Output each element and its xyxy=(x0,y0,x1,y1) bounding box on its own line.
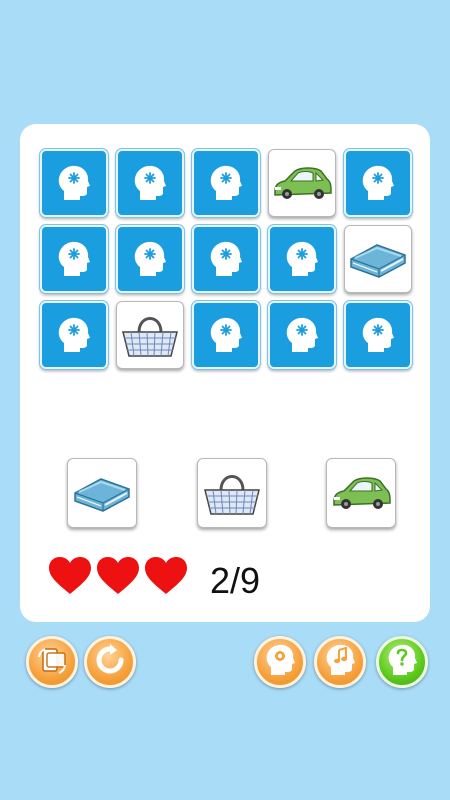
help-head-icon xyxy=(387,643,417,682)
card-hidden[interactable] xyxy=(116,225,184,293)
help-button[interactable] xyxy=(376,636,428,688)
brain-head-icon xyxy=(133,240,167,278)
heart-icon xyxy=(144,556,188,601)
brain-head-icon xyxy=(361,316,395,354)
card-hidden[interactable] xyxy=(344,301,412,369)
card-revealed[interactable] xyxy=(344,225,412,293)
lives-hearts xyxy=(48,556,188,601)
music-head-icon xyxy=(325,643,355,682)
car-icon xyxy=(330,473,392,513)
card-revealed[interactable] xyxy=(268,149,336,217)
brain-head-icon xyxy=(285,316,319,354)
restart-button[interactable] xyxy=(84,636,136,688)
target-card-basket xyxy=(197,458,267,528)
brain-head-icon xyxy=(209,240,243,278)
target-card-car xyxy=(326,458,396,528)
car-icon xyxy=(271,163,333,203)
brain-head-icon xyxy=(209,164,243,202)
rotate-device-button[interactable] xyxy=(26,636,78,688)
basket-icon xyxy=(119,310,181,360)
basket-icon xyxy=(201,468,263,518)
card-hidden[interactable] xyxy=(192,301,260,369)
brain-head-icon xyxy=(209,316,243,354)
card-hidden[interactable] xyxy=(268,225,336,293)
score-counter: 2/9 xyxy=(210,560,261,601)
settings-head-icon xyxy=(265,643,295,682)
game-panel: 2/9 xyxy=(20,124,430,622)
card-hidden[interactable] xyxy=(116,149,184,217)
brain-head-icon xyxy=(133,164,167,202)
card-revealed[interactable] xyxy=(116,301,184,369)
rotate-device-icon xyxy=(35,643,69,682)
brain-head-icon xyxy=(57,164,91,202)
brain-head-icon xyxy=(361,164,395,202)
card-hidden[interactable] xyxy=(40,225,108,293)
card-hidden[interactable] xyxy=(192,225,260,293)
brain-head-icon xyxy=(57,240,91,278)
book-icon xyxy=(347,237,409,281)
book-icon xyxy=(71,471,133,515)
music-button[interactable] xyxy=(314,636,366,688)
card-hidden[interactable] xyxy=(192,149,260,217)
settings-button[interactable] xyxy=(254,636,306,688)
heart-icon xyxy=(48,556,92,601)
brain-head-icon xyxy=(57,316,91,354)
card-hidden[interactable] xyxy=(40,149,108,217)
card-grid xyxy=(40,149,412,369)
card-hidden[interactable] xyxy=(344,149,412,217)
brain-head-icon xyxy=(285,240,319,278)
card-hidden[interactable] xyxy=(40,301,108,369)
heart-icon xyxy=(96,556,140,601)
target-card-book xyxy=(67,458,137,528)
card-hidden[interactable] xyxy=(268,301,336,369)
restart-icon xyxy=(94,643,126,681)
